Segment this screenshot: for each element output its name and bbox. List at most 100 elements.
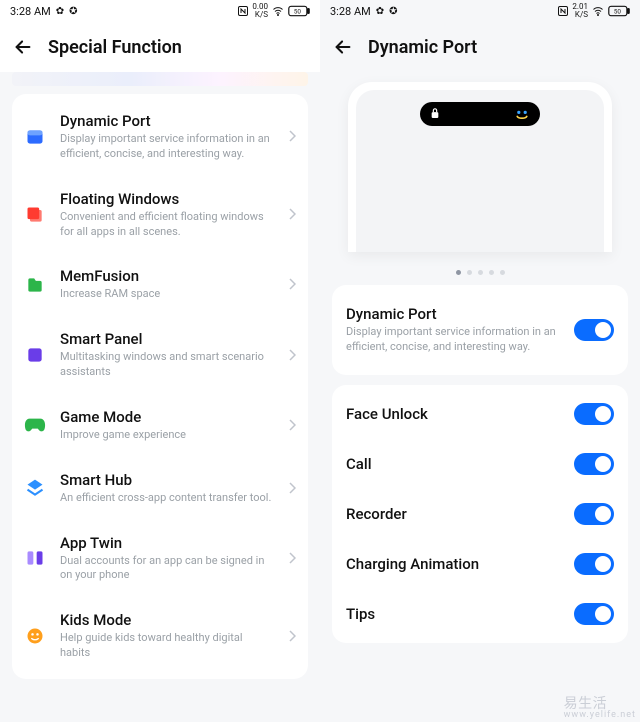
arrow-left-icon — [12, 36, 34, 58]
chevron-right-icon — [288, 275, 296, 294]
dot-2[interactable] — [467, 270, 472, 275]
dot-5[interactable] — [500, 270, 505, 275]
kids-mode-icon — [24, 625, 46, 647]
row-title: Dynamic Port — [346, 305, 574, 323]
item-smart-panel[interactable]: Smart Panel Multitasking windows and sma… — [12, 316, 308, 394]
page-title: Special Function — [48, 37, 182, 58]
game-mode-icon — [24, 414, 46, 436]
row-title: Charging Animation — [346, 555, 574, 573]
chevron-right-icon — [288, 346, 296, 365]
item-desc: Improve game experience — [60, 428, 274, 443]
floating-windows-icon — [24, 204, 46, 226]
item-desc: Dual accounts for an app can be signed i… — [60, 554, 274, 584]
memfusion-icon — [24, 274, 46, 296]
shield-icon: ✪ — [69, 6, 77, 17]
face-icon — [514, 107, 530, 121]
item-desc: Convenient and efficient floating window… — [60, 210, 274, 240]
item-memfusion[interactable]: MemFusion Increase RAM space — [12, 253, 308, 316]
item-desc: Increase RAM space — [60, 287, 274, 302]
chevron-right-icon — [288, 479, 296, 498]
nfc-icon — [237, 5, 249, 17]
item-title: Dynamic Port — [60, 112, 274, 130]
shield-icon: ✪ — [389, 6, 397, 17]
arrow-left-icon — [332, 36, 354, 58]
item-title: Smart Hub — [60, 471, 274, 489]
chevron-right-icon — [288, 549, 296, 568]
item-floating-windows[interactable]: Floating Windows Convenient and efficien… — [12, 176, 308, 254]
item-title: App Twin — [60, 534, 274, 552]
toggle-recorder[interactable] — [574, 503, 614, 525]
smart-panel-icon — [24, 344, 46, 366]
nfc-icon — [557, 5, 569, 17]
settings-card: Dynamic Port Display important service i… — [12, 94, 308, 679]
item-desc: Multitasking windows and smart scenario … — [60, 350, 274, 380]
left-panel: 3:28 AM ✿ ✪ 0.00K/S 50 Special Function … — [0, 0, 320, 722]
status-time: 3:28 AM — [10, 5, 51, 18]
back-button[interactable] — [12, 36, 34, 58]
chevron-right-icon — [288, 127, 296, 146]
app-twin-icon — [24, 547, 46, 569]
lock-icon — [430, 107, 440, 122]
right-panel: 3:28 AM ✿ ✪ 2.01K/S 50 Dynamic Port — [320, 0, 640, 722]
status-time: 3:28 AM — [330, 5, 371, 18]
item-smart-hub[interactable]: Smart Hub An efficient cross-app content… — [12, 457, 308, 520]
row-tips[interactable]: Tips — [332, 589, 628, 639]
row-call[interactable]: Call — [332, 439, 628, 489]
wifi-icon — [591, 5, 605, 17]
gear-icon: ✿ — [56, 6, 64, 17]
item-desc: Help guide kids toward healthy digital h… — [60, 631, 274, 661]
row-title: Call — [346, 455, 574, 473]
toggle-dynamic-port[interactable] — [574, 319, 614, 341]
wifi-icon — [271, 5, 285, 17]
row-title: Tips — [346, 605, 574, 623]
dynamic-port-icon — [24, 126, 46, 148]
dynamic-port-pill — [420, 102, 540, 126]
status-right: 0.00K/S 50 — [237, 3, 310, 19]
chevron-right-icon — [288, 416, 296, 435]
dot-4[interactable] — [489, 270, 494, 275]
svg-text:50: 50 — [614, 7, 622, 15]
toggle-call[interactable] — [574, 453, 614, 475]
row-title: Face Unlock — [346, 405, 574, 423]
hero-card: Dynamic Port Display important service i… — [332, 285, 628, 375]
dot-1[interactable] — [456, 270, 461, 275]
title-bar: Dynamic Port — [320, 22, 640, 72]
row-face-unlock[interactable]: Face Unlock — [332, 389, 628, 439]
item-app-twin[interactable]: App Twin Dual accounts for an app can be… — [12, 520, 308, 598]
battery-icon: 50 — [288, 5, 310, 17]
header-divider — [12, 72, 308, 86]
dot-3[interactable] — [478, 270, 483, 275]
dynamic-port-toggle-row[interactable]: Dynamic Port Display important service i… — [332, 289, 628, 371]
chevron-right-icon — [288, 627, 296, 646]
pagination-dots[interactable] — [320, 256, 640, 285]
phone-preview — [348, 82, 612, 252]
item-desc: Display important service information in… — [60, 132, 274, 162]
item-title: MemFusion — [60, 267, 274, 285]
item-title: Smart Panel — [60, 330, 274, 348]
phone-inner — [356, 90, 604, 252]
item-kids-mode[interactable]: Kids Mode Help guide kids toward healthy… — [12, 597, 308, 675]
gear-icon: ✿ — [376, 6, 384, 17]
row-charging-animation[interactable]: Charging Animation — [332, 539, 628, 589]
chevron-right-icon — [288, 205, 296, 224]
battery-icon: 50 — [608, 5, 630, 17]
status-right: 2.01K/S 50 — [557, 3, 630, 19]
status-bar: 3:28 AM ✿ ✪ 2.01K/S 50 — [320, 0, 640, 22]
item-game-mode[interactable]: Game Mode Improve game experience — [12, 394, 308, 457]
item-desc: An efficient cross-app content transfer … — [60, 491, 274, 506]
page-title: Dynamic Port — [368, 37, 477, 58]
item-dynamic-port[interactable]: Dynamic Port Display important service i… — [12, 98, 308, 176]
toggle-face-unlock[interactable] — [574, 403, 614, 425]
toggle-charging-animation[interactable] — [574, 553, 614, 575]
item-title: Kids Mode — [60, 611, 274, 629]
item-title: Floating Windows — [60, 190, 274, 208]
item-title: Game Mode — [60, 408, 274, 426]
toggle-tips[interactable] — [574, 603, 614, 625]
row-desc: Display important service information in… — [346, 325, 574, 355]
back-button[interactable] — [332, 36, 354, 58]
row-title: Recorder — [346, 505, 574, 523]
smart-hub-icon — [24, 477, 46, 499]
title-bar: Special Function — [0, 22, 320, 72]
svg-text:50: 50 — [294, 7, 302, 15]
row-recorder[interactable]: Recorder — [332, 489, 628, 539]
